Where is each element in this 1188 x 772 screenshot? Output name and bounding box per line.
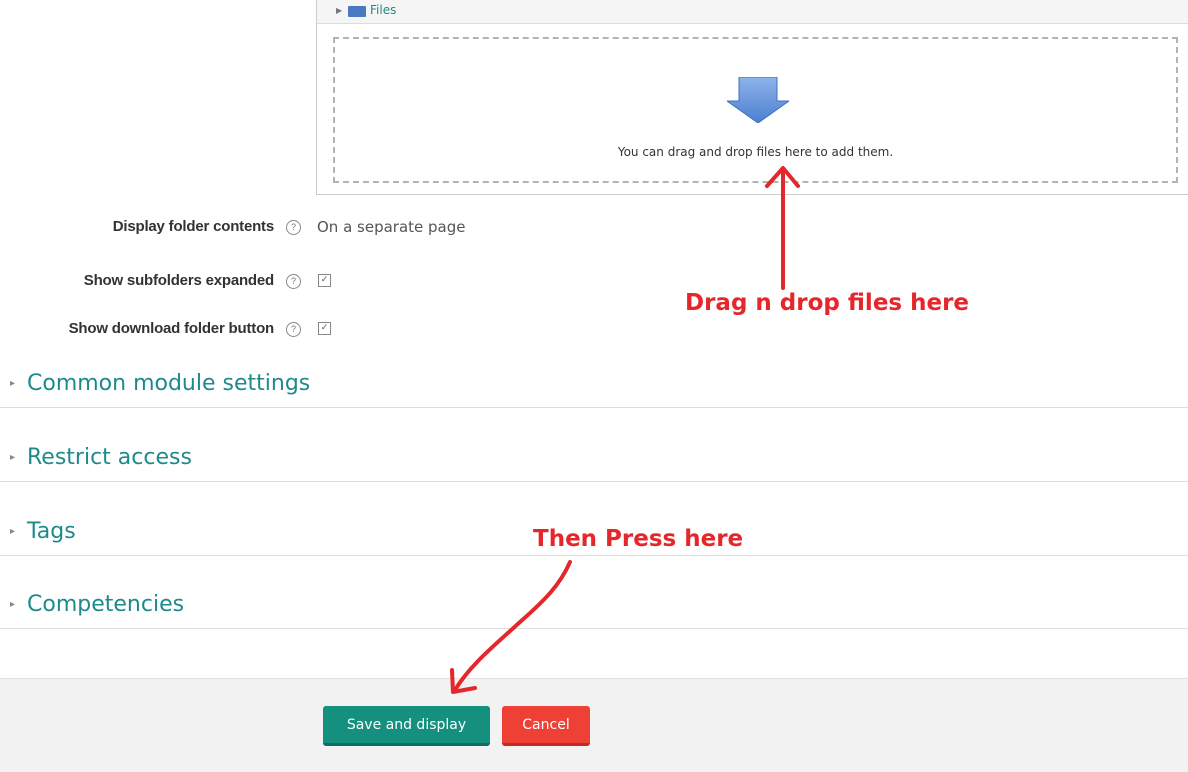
file-dropzone[interactable]: You can drag and drop files here to add … — [333, 37, 1178, 183]
setting-label: Show download folder button — [68, 320, 275, 337]
help-icon[interactable]: ? — [286, 322, 301, 337]
collapsed-triangle-icon: ▸ — [10, 599, 16, 610]
annotation-press-text: Then Press here — [533, 526, 744, 552]
section-common-module-settings[interactable]: ▸ Common module settings — [0, 368, 1188, 408]
drop-instructions: You can drag and drop files here to add … — [617, 145, 894, 159]
section-competencies[interactable]: ▸ Competencies — [0, 589, 1188, 629]
file-path-bar: ▶ Files — [317, 0, 1188, 24]
collapsed-triangle-icon: ▸ — [10, 452, 16, 463]
setting-display-folder-contents: Display folder contents ? On a separate … — [0, 218, 500, 240]
form-footer: Save and display Cancel — [0, 678, 1188, 772]
setting-value: On a separate page — [317, 218, 466, 236]
section-restrict-access[interactable]: ▸ Restrict access — [0, 442, 1188, 482]
help-icon[interactable]: ? — [286, 220, 301, 235]
setting-label: Display folder contents — [112, 218, 274, 235]
annotation-drag-text: Drag n drop files here — [685, 290, 970, 316]
save-and-display-button[interactable]: Save and display — [323, 706, 490, 746]
setting-label: Show subfolders expanded — [83, 272, 274, 289]
section-title[interactable]: Restrict access — [27, 445, 192, 470]
section-title[interactable]: Competencies — [27, 592, 184, 617]
subfolders-checkbox[interactable]: ✓ — [318, 274, 331, 287]
folder-link[interactable]: Files — [370, 3, 396, 17]
section-title[interactable]: Tags — [27, 519, 76, 544]
folder-icon — [348, 6, 366, 17]
setting-show-subfolders-expanded: Show subfolders expanded ? ✓ — [0, 272, 500, 294]
download-button-checkbox[interactable]: ✓ — [318, 322, 331, 335]
file-manager: ▶ Files You can drag and drop files here… — [316, 0, 1188, 195]
collapsed-triangle-icon: ▸ — [10, 526, 16, 537]
help-icon[interactable]: ? — [286, 274, 301, 289]
collapsed-triangle-icon: ▸ — [10, 378, 16, 389]
cancel-button[interactable]: Cancel — [502, 706, 590, 746]
setting-show-download-folder-button: Show download folder button ? ✓ — [0, 320, 500, 342]
expand-triangle-icon[interactable]: ▶ — [336, 6, 342, 15]
section-title[interactable]: Common module settings — [27, 371, 310, 396]
drop-arrow-icon — [727, 77, 789, 123]
